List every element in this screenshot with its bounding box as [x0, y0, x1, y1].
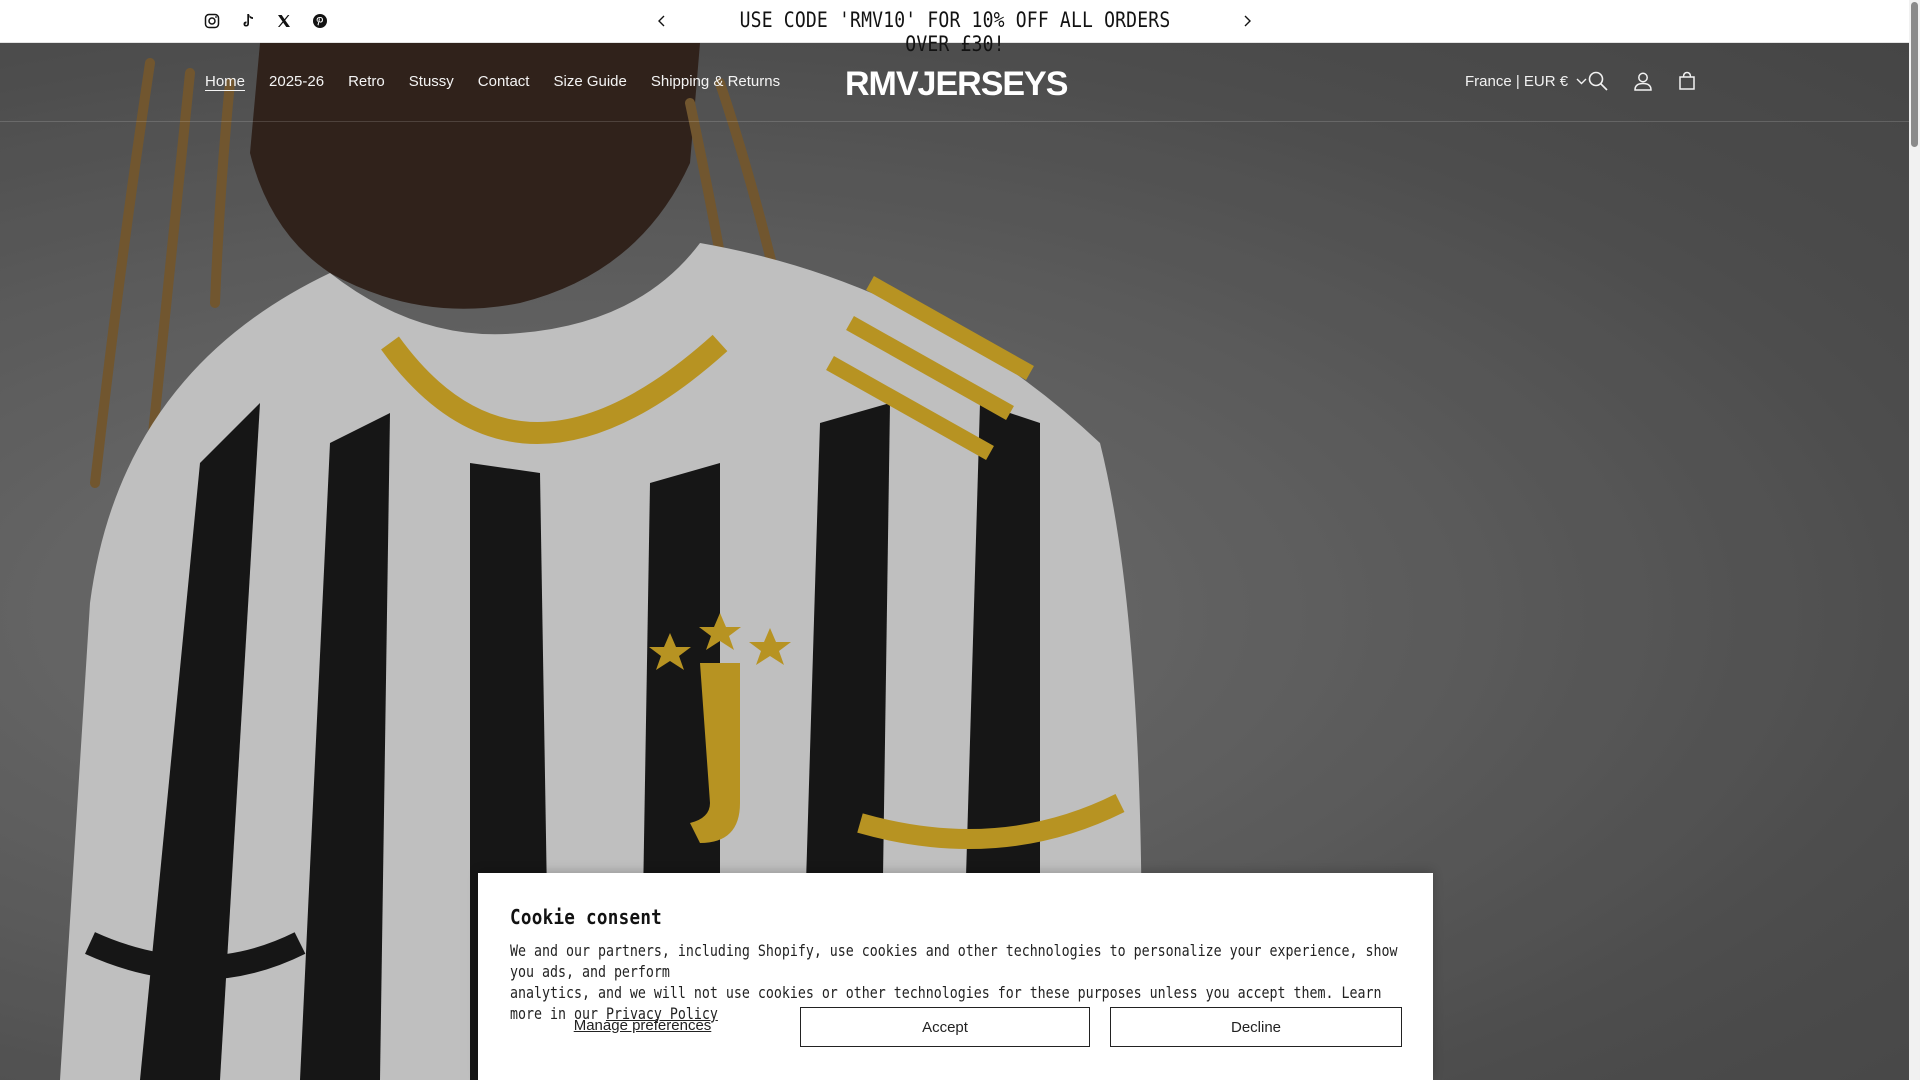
instagram-icon[interactable] [203, 12, 221, 30]
page-scrollbar[interactable] [1909, 0, 1920, 1080]
chevron-right-icon [1244, 15, 1251, 27]
site-header: Home 2025-26 Retro Stussy Contact Size G… [0, 43, 1909, 122]
decline-button[interactable]: Decline [1110, 1007, 1402, 1047]
nav-item-contact[interactable]: Contact [478, 73, 530, 90]
cookie-consent-banner: Cookie consent We and our partners, incl… [478, 873, 1433, 1080]
announcement-previous-button[interactable] [652, 11, 672, 31]
scrollbar-thumb[interactable] [1911, 2, 1918, 147]
pinterest-icon[interactable] [311, 12, 329, 30]
cart-button[interactable] [1674, 68, 1700, 94]
manage-preferences-button[interactable]: Manage preferences [510, 1005, 775, 1045]
main-nav: Home 2025-26 Retro Stussy Contact Size G… [205, 73, 780, 90]
search-icon [1588, 71, 1608, 91]
accept-button[interactable]: Accept [800, 1007, 1090, 1047]
nav-item-stussy[interactable]: Stussy [409, 73, 454, 90]
nav-item-2025-26[interactable]: 2025-26 [269, 73, 324, 90]
cart-icon [1679, 71, 1695, 90]
tiktok-icon[interactable] [239, 12, 257, 30]
user-icon [1634, 72, 1652, 91]
country-selector-label: France | EUR € [1465, 73, 1569, 90]
nav-item-shipping-returns[interactable]: Shipping & Returns [651, 73, 780, 90]
cookie-title: Cookie consent [510, 905, 663, 929]
country-selector[interactable]: France | EUR € [1465, 73, 1587, 90]
chevron-left-icon [658, 15, 665, 27]
announcement-next-button[interactable] [1237, 11, 1257, 31]
search-button[interactable] [1585, 68, 1611, 94]
social-links [203, 12, 329, 30]
cookie-text-line1: We and our partners, including Shopify, … [510, 941, 1398, 981]
site-logo[interactable]: RMVJERSEYS [845, 65, 1068, 104]
announcement-bar: USE CODE 'RMV10' FOR 10% OFF ALL ORDERS … [0, 0, 1909, 56]
nav-item-home[interactable]: Home [205, 73, 245, 90]
x-twitter-icon[interactable] [275, 12, 293, 30]
nav-item-retro[interactable]: Retro [348, 73, 385, 90]
nav-item-size-guide[interactable]: Size Guide [553, 73, 626, 90]
account-button[interactable] [1630, 68, 1656, 94]
